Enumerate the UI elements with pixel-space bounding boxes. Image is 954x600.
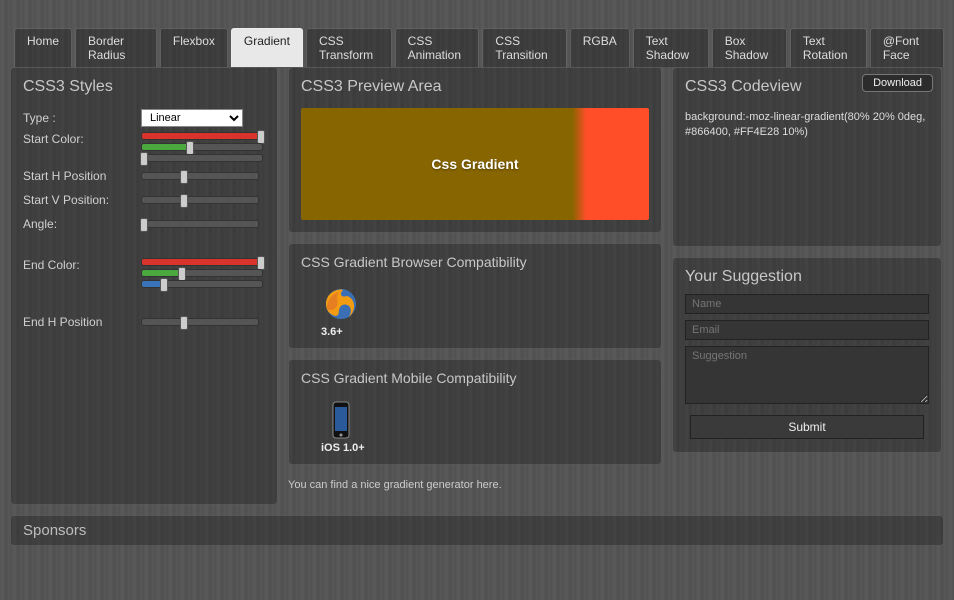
suggestion-title: Your Suggestion xyxy=(685,266,929,294)
generator-note[interactable]: You can find a nice gradient generator h… xyxy=(288,475,662,495)
codeview-panel: Download CSS3 Codeview background:-moz-l… xyxy=(672,67,942,247)
browser-compat-title: CSS Gradient Browser Compatibility xyxy=(301,252,649,278)
end-g-slider[interactable] xyxy=(141,269,263,277)
end-r-slider[interactable] xyxy=(141,258,263,266)
firefox-icon xyxy=(321,284,361,324)
start-g-slider[interactable] xyxy=(141,143,263,151)
start-v-slider[interactable] xyxy=(141,196,259,204)
tab-css-transform[interactable]: CSS Transform xyxy=(306,28,392,67)
tab-box-shadow[interactable]: Box Shadow xyxy=(712,28,787,67)
download-button[interactable]: Download xyxy=(862,74,933,92)
suggestion-textarea[interactable] xyxy=(685,346,929,404)
tab-css-animation[interactable]: CSS Animation xyxy=(395,28,480,67)
end-color-label: End Color: xyxy=(23,258,141,272)
tab-rgba[interactable]: RGBA xyxy=(570,28,630,67)
tab-flexbox[interactable]: Flexbox xyxy=(160,28,228,67)
tab-css-transition[interactable]: CSS Transition xyxy=(482,28,566,67)
mobile-compat-title: CSS Gradient Mobile Compatibility xyxy=(301,368,649,394)
email-input[interactable] xyxy=(685,320,929,340)
type-label: Type : xyxy=(23,111,141,125)
start-h-label: Start H Position xyxy=(23,169,141,183)
sponsors-title: Sponsors xyxy=(23,522,86,539)
tab-home[interactable]: Home xyxy=(14,28,72,67)
firefox-version-label: 3.6+ xyxy=(321,326,343,338)
tab-border-radius[interactable]: Border Radius xyxy=(75,28,157,67)
tab-gradient[interactable]: Gradient xyxy=(231,28,303,67)
styles-panel: CSS3 Styles Type : Linear Start Color: xyxy=(10,67,278,505)
main-tabs: HomeBorder RadiusFlexboxGradientCSS Tran… xyxy=(10,10,944,67)
sponsors-panel: Sponsors xyxy=(10,515,944,546)
styles-title: CSS3 Styles xyxy=(23,76,265,104)
start-r-slider[interactable] xyxy=(141,132,263,140)
iphone-icon xyxy=(321,400,361,440)
type-select[interactable]: Linear xyxy=(141,109,243,127)
end-b-slider[interactable] xyxy=(141,280,263,288)
tab-text-rotation[interactable]: Text Rotation xyxy=(790,28,867,67)
start-h-slider[interactable] xyxy=(141,172,259,180)
preview-panel: CSS3 Preview Area Css Gradient xyxy=(288,67,662,233)
ios-version-label: iOS 1.0+ xyxy=(321,442,365,454)
tab--font-face[interactable]: @Font Face xyxy=(870,28,944,67)
tab-text-shadow[interactable]: Text Shadow xyxy=(633,28,709,67)
end-h-label: End H Position xyxy=(23,315,141,329)
start-b-slider[interactable] xyxy=(141,154,263,162)
start-color-label: Start Color: xyxy=(23,132,141,146)
submit-button[interactable]: Submit xyxy=(690,415,924,439)
preview-title: CSS3 Preview Area xyxy=(301,76,649,104)
angle-slider[interactable] xyxy=(141,220,259,228)
browser-compat-panel: CSS Gradient Browser Compatibility 3.6+ xyxy=(288,243,662,349)
suggestion-panel: Your Suggestion Submit xyxy=(672,257,942,453)
end-h-slider[interactable] xyxy=(141,318,259,326)
codeview-code: background:-moz-linear-gradient(80% 20% … xyxy=(685,104,929,141)
start-v-label: Start V Position: xyxy=(23,193,141,207)
angle-label: Angle: xyxy=(23,217,141,231)
preview-box: Css Gradient xyxy=(301,108,649,220)
name-input[interactable] xyxy=(685,294,929,314)
mobile-compat-panel: CSS Gradient Mobile Compatibility iOS 1.… xyxy=(288,359,662,465)
